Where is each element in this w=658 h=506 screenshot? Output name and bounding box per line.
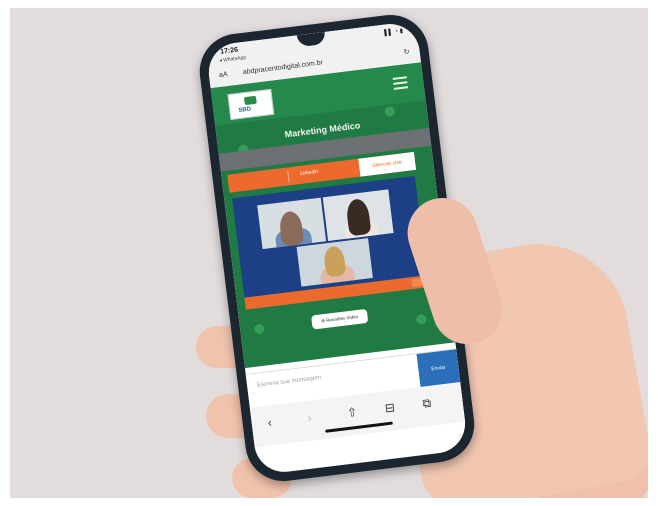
site-logo[interactable]: SBD — [227, 88, 275, 121]
video-tile-participant-3[interactable] — [296, 238, 373, 287]
decorative-dot — [415, 313, 427, 325]
participant-head — [345, 197, 372, 237]
decorative-dot — [253, 323, 265, 335]
participant-head — [322, 245, 347, 278]
url-text[interactable]: abdpracentodigital.com.br — [243, 59, 324, 76]
logo-mark-icon — [243, 95, 257, 106]
share-icon[interactable]: ⇧ — [346, 405, 358, 420]
silence-chat-button[interactable]: Silenciar chat — [358, 151, 417, 177]
divider — [287, 170, 290, 183]
hamburger-menu-icon[interactable] — [392, 76, 409, 90]
message-input[interactable]: Escreva sua mensagem — [257, 375, 322, 389]
signal-icon: ▌▌ ◔ ▮ — [384, 28, 404, 37]
video-tile-participant-1[interactable] — [257, 197, 327, 250]
back-to-app[interactable]: ◂ WhatsApp — [219, 55, 246, 64]
tabs-icon[interactable]: ⧉ — [422, 396, 432, 412]
logo-text: SBD — [238, 106, 252, 114]
home-indicator — [325, 421, 393, 433]
video-meetings-button[interactable]: ⊕ Reuniões Vídeo — [311, 308, 369, 330]
forward-icon[interactable]: › — [307, 410, 313, 424]
clock: 17:26 — [219, 46, 239, 56]
participant-head — [278, 210, 305, 247]
photo-scene: 17:26 ◂ WhatsApp ▌▌ ◔ ▮ aA abdpracentodi… — [10, 8, 648, 498]
text-size-button[interactable]: aA — [219, 71, 228, 79]
reload-icon[interactable]: ↻ — [403, 48, 410, 57]
control-label[interactable]: Linkedin — [299, 169, 318, 177]
back-icon[interactable]: ‹ — [267, 415, 273, 429]
video-tile-participant-2[interactable] — [322, 189, 394, 242]
bookmarks-icon[interactable]: ⊟ — [384, 400, 396, 415]
